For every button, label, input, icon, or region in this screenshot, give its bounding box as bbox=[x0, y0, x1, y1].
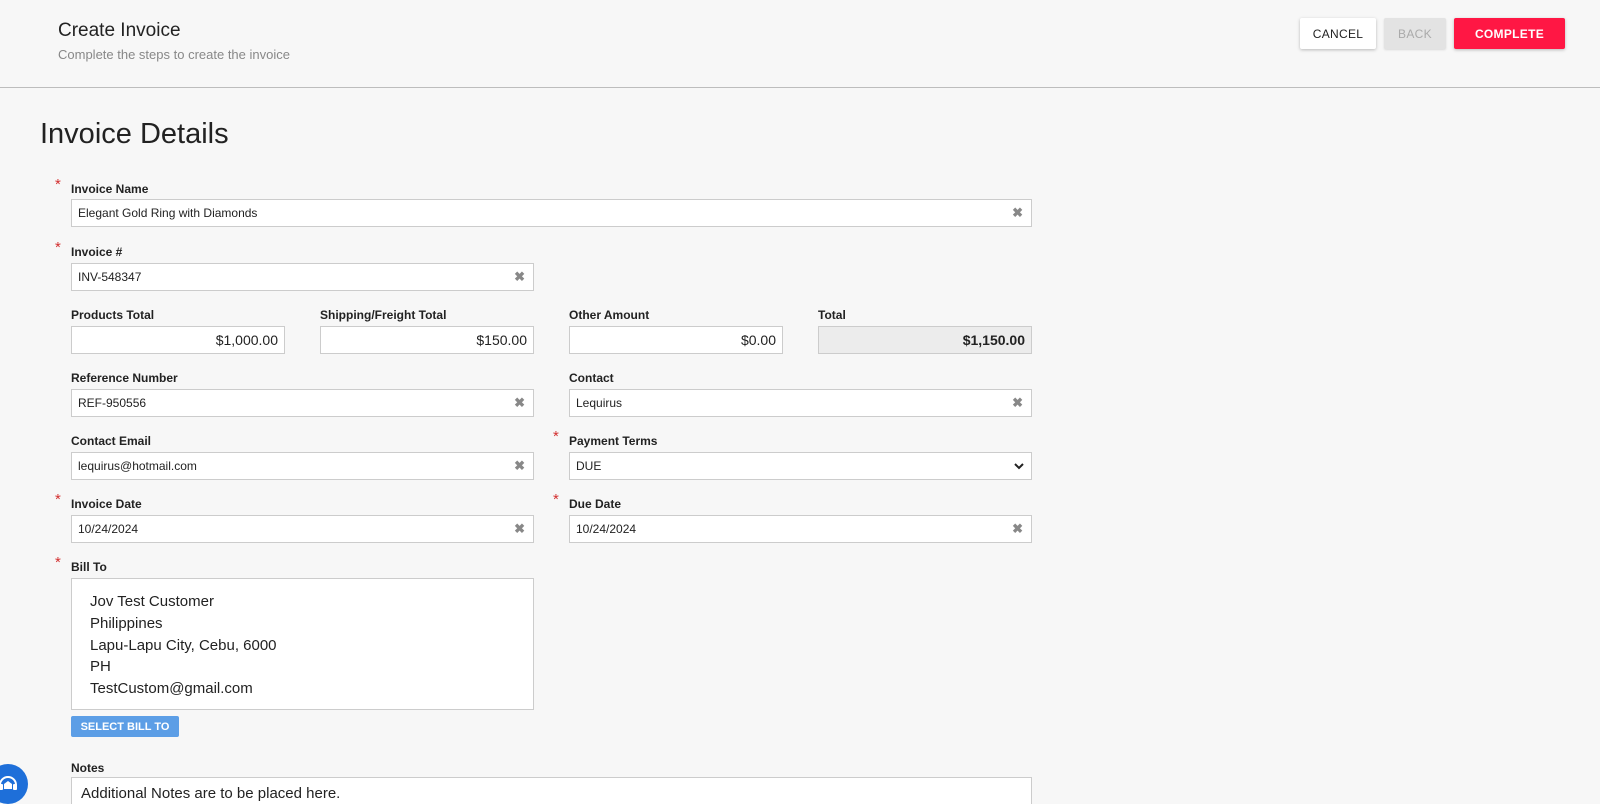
required-marker: * bbox=[55, 554, 61, 571]
chat-support-icon bbox=[0, 776, 17, 790]
page-title: Create Invoice bbox=[58, 20, 181, 41]
other-amount-label: Other Amount bbox=[569, 308, 650, 322]
required-marker: * bbox=[55, 239, 61, 256]
products-total-label: Products Total bbox=[71, 308, 155, 322]
required-marker: * bbox=[553, 428, 559, 445]
clear-icon[interactable]: ✖ bbox=[1012, 200, 1023, 226]
total-label: Total bbox=[818, 308, 846, 322]
invoice-date-label: Invoice Date bbox=[71, 497, 142, 511]
invoice-number-value: INV-548347 bbox=[78, 270, 142, 284]
due-date-value: 10/24/2024 bbox=[576, 522, 637, 536]
other-amount-input[interactable]: $0.00 bbox=[569, 326, 783, 354]
required-marker: * bbox=[55, 176, 61, 193]
products-total-input[interactable]: $1,000.00 bbox=[71, 326, 285, 354]
required-marker: * bbox=[553, 491, 559, 508]
due-date-input[interactable]: 10/24/2024 ✖ bbox=[569, 515, 1032, 543]
notes-label: Notes bbox=[71, 761, 105, 775]
chevron-down-icon bbox=[1013, 453, 1025, 489]
contact-email-label: Contact Email bbox=[71, 434, 152, 448]
header-bar: Create Invoice Complete the steps to cre… bbox=[0, 0, 1600, 88]
invoice-number-input[interactable]: INV-548347 ✖ bbox=[71, 263, 534, 291]
bill-to-line: Lapu-Lapu City, Cebu, 6000 bbox=[90, 636, 277, 654]
notes-textarea[interactable]: Additional Notes are to be placed here. bbox=[71, 777, 1032, 804]
contact-value: Lequirus bbox=[576, 396, 623, 410]
payment-terms-label: Payment Terms bbox=[569, 434, 658, 448]
reference-number-input[interactable]: REF-950556 ✖ bbox=[71, 389, 534, 417]
bill-to-textarea[interactable]: Jov Test Customer Philippines Lapu-Lapu … bbox=[71, 578, 534, 710]
section-title: Invoice Details bbox=[40, 118, 229, 150]
bill-to-line: PH bbox=[90, 658, 111, 676]
contact-email-input[interactable]: lequirus@hotmail.com ✖ bbox=[71, 452, 534, 480]
bill-to-line: Philippines bbox=[90, 614, 163, 632]
invoice-number-label: Invoice # bbox=[71, 245, 123, 259]
payment-terms-value: DUE bbox=[576, 459, 602, 473]
invoice-date-value: 10/24/2024 bbox=[78, 522, 139, 536]
total-value: $1,150.00 bbox=[818, 326, 1032, 354]
shipping-total-input[interactable]: $150.00 bbox=[320, 326, 534, 354]
clear-icon[interactable]: ✖ bbox=[514, 264, 525, 290]
clear-icon[interactable]: ✖ bbox=[1012, 390, 1023, 416]
chat-support-button[interactable] bbox=[0, 764, 28, 804]
clear-icon[interactable]: ✖ bbox=[514, 390, 525, 416]
invoice-date-input[interactable]: 10/24/2024 ✖ bbox=[71, 515, 534, 543]
notes-value: Additional Notes are to be placed here. bbox=[81, 785, 341, 802]
payment-terms-select[interactable]: DUE bbox=[569, 452, 1032, 480]
due-date-label: Due Date bbox=[569, 497, 622, 511]
clear-icon[interactable]: ✖ bbox=[514, 453, 525, 479]
clear-icon[interactable]: ✖ bbox=[514, 516, 525, 542]
select-bill-to-button[interactable]: SELECT BILL TO bbox=[71, 716, 179, 737]
reference-number-value: REF-950556 bbox=[78, 396, 147, 410]
bill-to-line: Jov Test Customer bbox=[90, 593, 214, 610]
complete-button[interactable]: COMPLETE bbox=[1454, 18, 1565, 49]
bill-to-label: Bill To bbox=[71, 560, 107, 574]
clear-icon[interactable]: ✖ bbox=[1012, 516, 1023, 542]
contact-input[interactable]: Lequirus ✖ bbox=[569, 389, 1032, 417]
back-button[interactable]: BACK bbox=[1384, 18, 1446, 49]
contact-email-value: lequirus@hotmail.com bbox=[78, 459, 197, 473]
shipping-total-label: Shipping/Freight Total bbox=[320, 308, 447, 322]
reference-number-label: Reference Number bbox=[71, 371, 178, 385]
page-subtitle: Complete the steps to create the invoice bbox=[58, 47, 290, 62]
invoice-name-value: Elegant Gold Ring with Diamonds bbox=[78, 206, 258, 220]
contact-label: Contact bbox=[569, 371, 614, 385]
bill-to-line: TestCustom@gmail.com bbox=[90, 680, 253, 698]
cancel-button[interactable]: CANCEL bbox=[1300, 18, 1376, 49]
invoice-name-label: Invoice Name bbox=[71, 182, 149, 196]
required-marker: * bbox=[55, 491, 61, 508]
invoice-name-input[interactable]: Elegant Gold Ring with Diamonds ✖ bbox=[71, 199, 1032, 227]
